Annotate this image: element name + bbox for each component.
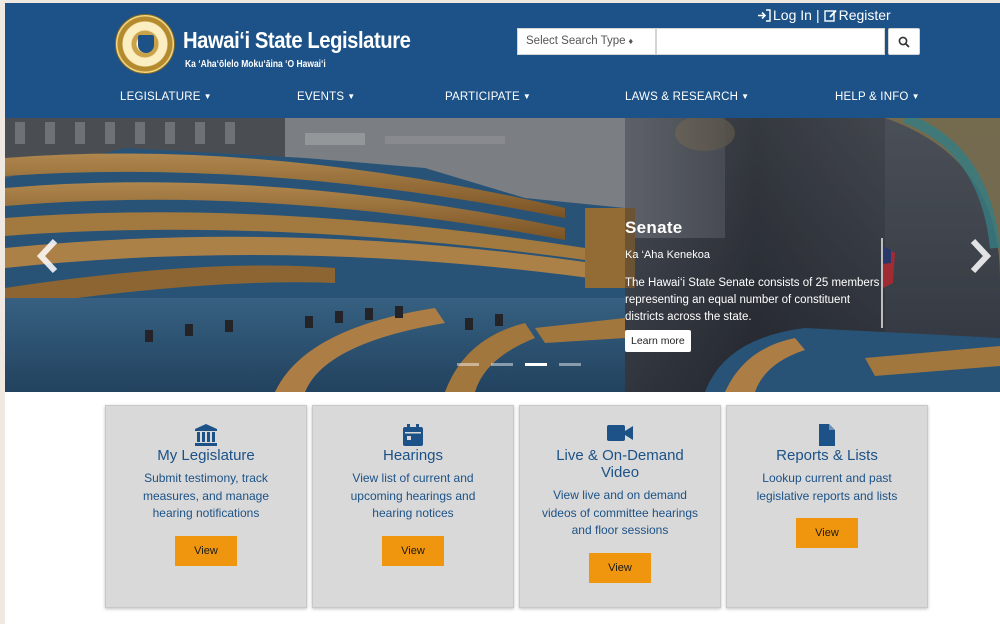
nav-laws-research[interactable]: LAWS & RESEARCH ▼ [625,91,749,103]
site-subtitle: Ka ‘Aha‘ōlelo Moku‘āina ‘O Hawai‘i [185,59,326,70]
nav-events[interactable]: EVENTS ▼ [297,91,355,103]
register-link[interactable]: Register [823,7,891,23]
card-reports-lists: Reports & Lists Lookup current and past … [726,405,928,608]
document-icon [727,423,927,447]
search-type-select[interactable]: Select Search Type ♦ [517,28,656,55]
card-my-legislature: My Legislature Submit testimony, track m… [105,405,307,608]
login-link[interactable]: Log In [757,7,812,23]
carousel-indicator-1[interactable] [457,363,479,366]
register-label: Register [838,7,891,23]
carousel-next-button[interactable] [967,238,993,279]
nav-events-label: EVENTS [297,91,345,103]
search-button[interactable] [888,28,920,55]
landmark-icon [106,423,306,447]
card-description: Lookup current and past legislative repo… [756,471,898,503]
card-title: My Legislature [157,447,255,464]
carousel-indicators [457,363,581,366]
dropdown-caret-icon: ▼ [522,92,531,101]
nav-help-info-label: HELP & INFO [835,91,909,103]
hearings-view-button[interactable]: View [382,536,444,566]
video-view-button[interactable]: View [589,553,651,583]
dropdown-caret-icon: ▼ [203,92,212,101]
nav-help-info[interactable]: HELP & INFO ▼ [835,91,920,103]
card-title: Live & On-Demand Video [556,447,684,481]
link-separator: | [815,7,820,23]
calendar-icon [313,423,513,447]
login-icon [758,8,771,22]
search-icon [898,36,910,48]
account-links: Log In | Register [757,7,891,23]
video-camera-icon [520,423,720,443]
select-caret-icon: ♦ [628,36,634,46]
nav-participate-label: PARTICIPATE [445,91,520,103]
nav-laws-research-label: LAWS & RESEARCH [625,91,739,103]
main-nav: LEGISLATURE ▼ EVENTS ▼ PARTICIPATE ▼ LAWS &… [5,91,1000,113]
my-legislature-view-button[interactable]: View [175,536,237,566]
carousel-indicator-4[interactable] [559,363,581,366]
page: Hawai‘i State Legislature Ka ‘Aha‘ōlelo … [5,3,1000,624]
site-header: Hawai‘i State Legislature Ka ‘Aha‘ōlelo … [5,3,1000,118]
slide-subtitle: Ka ‘Aha Kenekoa [625,249,711,261]
card-live-on-demand-video: Live & On-Demand Video View live and on … [519,405,721,608]
dropdown-caret-icon: ▼ [347,92,356,101]
slide-caption: Senate Ka ‘Aha Kenekoa The Hawai‘i State… [625,218,890,352]
search-input[interactable] [656,28,885,55]
search-type-label: Select Search Type [526,35,626,47]
site-title[interactable]: Hawai‘i State Legislature [183,27,411,54]
card-description: Submit testimony, track measures, and ma… [142,471,270,520]
edit-icon [823,9,837,22]
chevron-right-icon [970,238,992,274]
nav-legislature-label: LEGISLATURE [120,91,201,103]
card-description: View list of current and upcoming hearin… [350,471,476,520]
slide-title: Senate [625,218,683,237]
nav-participate[interactable]: PARTICIPATE ▼ [445,91,531,103]
hero-carousel: Senate Ka ‘Aha Kenekoa The Hawai‘i State… [5,118,1000,392]
dropdown-caret-icon: ▼ [741,92,750,101]
learn-more-button[interactable]: Learn more [625,330,691,352]
card-hearings: Hearings View list of current and upcomi… [312,405,514,608]
state-seal-logo[interactable] [115,14,175,74]
carousel-indicator-3[interactable] [525,363,547,366]
login-label: Log In [773,7,812,23]
nav-legislature[interactable]: LEGISLATURE ▼ [120,91,212,103]
card-title: Hearings [382,447,444,464]
card-title: Reports & Lists [776,447,878,464]
dropdown-caret-icon: ▼ [911,92,920,101]
card-description: View live and on demand videos of commit… [541,488,699,537]
chevron-left-icon [36,238,58,274]
reports-view-button[interactable]: View [796,518,858,548]
slide-description: The Hawai‘i State Senate consists of 25 … [625,277,880,323]
carousel-indicator-2[interactable] [491,363,513,366]
carousel-prev-button[interactable] [35,238,61,279]
